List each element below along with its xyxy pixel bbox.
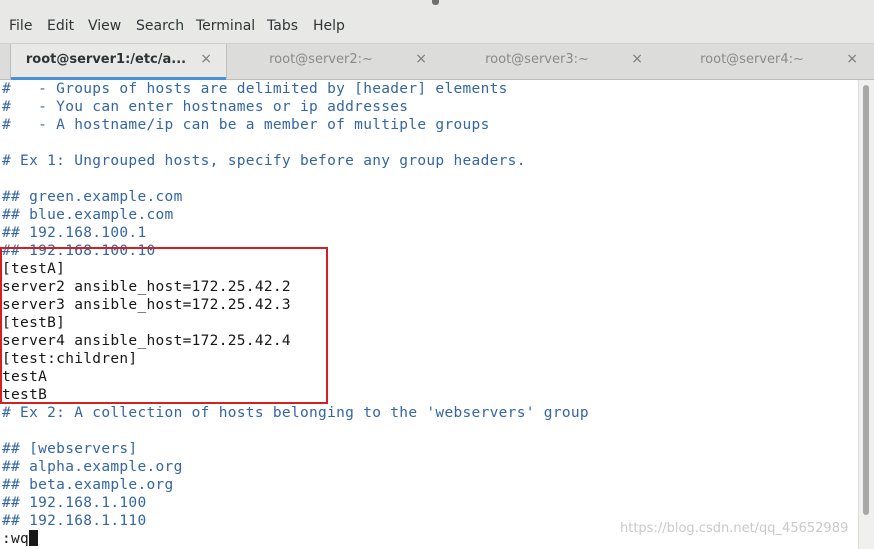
terminal-line: ## alpha.example.org — [2, 459, 183, 475]
terminal-line: ## 192.168.1.110 — [2, 513, 147, 529]
highlight-box — [0, 247, 328, 404]
menu-bar: File Edit View Search Terminal Tabs Help — [0, 10, 874, 44]
tab-server3[interactable]: root@server3:~ × — [442, 44, 657, 79]
command-text: :wq — [2, 531, 30, 547]
close-icon[interactable]: × — [846, 51, 858, 67]
scrollbar[interactable] — [858, 80, 874, 549]
tab-server2[interactable]: root@server2:~ × — [226, 44, 441, 79]
menu-help[interactable]: Help — [313, 18, 345, 34]
terminal-line: ## [webservers] — [2, 441, 138, 457]
tab-label: root@server3:~ — [485, 52, 589, 67]
terminal-line: # Ex 1: Ungrouped hosts, specify before … — [2, 153, 526, 169]
terminal-line: # - Groups of hosts are delimited by [he… — [2, 81, 508, 97]
close-icon[interactable]: × — [200, 51, 212, 67]
close-icon[interactable]: × — [415, 51, 427, 67]
terminal-line: # Ex 2: A collection of hosts belonging … — [2, 405, 589, 421]
tab-server1[interactable]: root@server1:/etc/a... × — [10, 44, 227, 80]
menu-view[interactable]: View — [88, 18, 121, 34]
tab-label: root@server4:~ — [700, 52, 804, 67]
title-indicator — [432, 0, 439, 5]
scrollbar-thumb[interactable] — [863, 85, 869, 515]
menu-tabs[interactable]: Tabs — [267, 18, 298, 34]
text-cursor — [29, 530, 39, 546]
terminal-line: ## green.example.com — [2, 189, 183, 205]
command-line[interactable]: :wq — [2, 530, 39, 548]
menu-search[interactable]: Search — [136, 18, 184, 34]
terminal-line: ## 192.168.100.1 — [2, 225, 147, 241]
tab-bar: root@server1:/etc/a... × root@server2:~ … — [0, 44, 874, 80]
menu-edit[interactable]: Edit — [47, 18, 74, 34]
menu-file[interactable]: File — [9, 18, 32, 34]
tab-server4[interactable]: root@server4:~ × — [657, 44, 872, 79]
terminal-line: ## 192.168.1.100 — [2, 495, 147, 511]
window-title-strip — [0, 0, 874, 10]
close-icon[interactable]: × — [631, 51, 643, 67]
terminal-line: ## blue.example.com — [2, 207, 174, 223]
tab-label: root@server2:~ — [269, 52, 373, 67]
menu-terminal[interactable]: Terminal — [196, 18, 255, 34]
watermark: https://blog.csdn.net/qq_45652989 — [620, 521, 849, 536]
terminal-line: # - You can enter hostnames or ip addres… — [2, 99, 409, 115]
terminal-line: ## beta.example.org — [2, 477, 174, 493]
terminal-line: # - A hostname/ip can be a member of mul… — [2, 117, 490, 133]
tab-label: root@server1:/etc/a... — [25, 52, 187, 67]
